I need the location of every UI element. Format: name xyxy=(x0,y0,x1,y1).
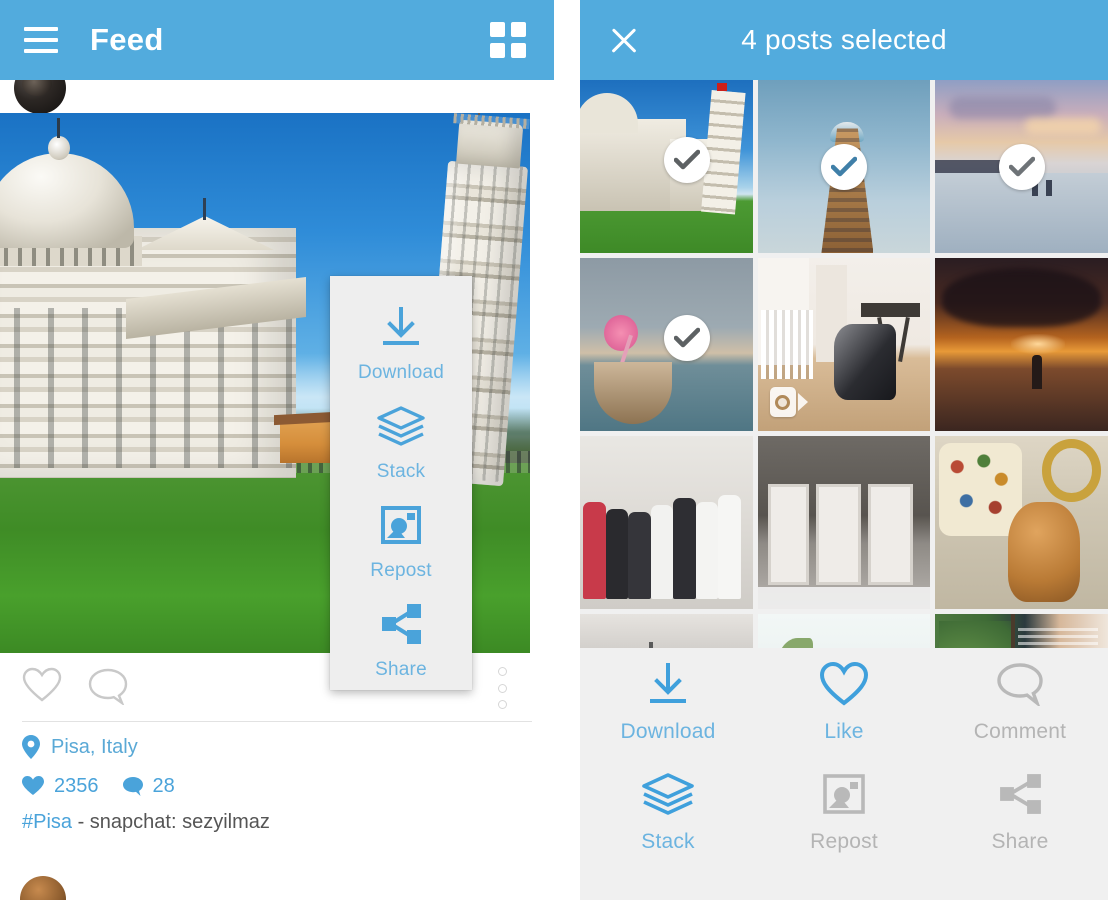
selection-app-bar: 4 posts selected xyxy=(580,0,1108,80)
popup-stack-label: Stack xyxy=(376,461,426,482)
post-location-label: Pisa, Italy xyxy=(51,735,138,758)
popup-download-button[interactable]: Download xyxy=(330,306,472,384)
grid-cell-tower[interactable] xyxy=(757,80,931,253)
grid-cell-room[interactable] xyxy=(757,258,931,431)
comment-bubble-icon[interactable] xyxy=(88,667,128,710)
grid-cell-kitchen[interactable] xyxy=(580,614,753,648)
post-action-popup: Download Stack Repost Share xyxy=(330,276,472,690)
comments-count: 28 xyxy=(152,774,175,797)
checkmark-circle-icon[interactable] xyxy=(998,143,1045,190)
photo-grid[interactable] xyxy=(580,80,1108,648)
grid-cell-pisa[interactable] xyxy=(580,80,753,253)
selection-action-bar: Download Like Comment Stack Repost Share xyxy=(580,648,1108,900)
checkmark-circle-icon[interactable] xyxy=(664,136,711,183)
share-nodes-icon xyxy=(997,772,1043,821)
more-options-dots-icon[interactable] xyxy=(496,667,508,709)
likes-count: 2356 xyxy=(54,774,99,797)
pisa-cathedral xyxy=(0,118,316,478)
post-stats: 2356 28 xyxy=(22,771,532,801)
watermark xyxy=(395,845,535,891)
bulk-download-button[interactable]: Download xyxy=(580,662,756,772)
caption-hashtag[interactable]: #Pisa xyxy=(22,811,72,833)
grid-cell-sunset[interactable] xyxy=(935,258,1108,431)
page-title: Feed xyxy=(90,22,164,57)
repost-photo-icon xyxy=(822,772,866,821)
bulk-comment-button[interactable]: Comment xyxy=(932,662,1108,772)
popup-repost-button[interactable]: Repost xyxy=(330,504,472,582)
checkmark-circle-icon[interactable] xyxy=(820,143,867,190)
download-arrow-icon xyxy=(379,306,423,353)
bulk-comment-label: Comment xyxy=(973,720,1067,743)
popup-share-button[interactable]: Share xyxy=(330,603,472,681)
video-badge-icon xyxy=(769,385,808,419)
post-location[interactable]: Pisa, Italy xyxy=(22,733,532,761)
next-post-avatar[interactable] xyxy=(20,876,66,900)
post-caption: #Pisa - snapchat: sezyilmaz xyxy=(22,811,532,834)
heart-outline-icon xyxy=(819,661,869,711)
popup-repost-label: Repost xyxy=(370,560,432,581)
bulk-repost-button[interactable]: Repost xyxy=(756,772,932,882)
bulk-like-label: Like xyxy=(824,720,864,743)
bulk-like-button[interactable]: Like xyxy=(756,661,932,772)
location-pin-icon xyxy=(22,735,40,759)
heart-filled-icon xyxy=(22,776,44,795)
popup-stack-button[interactable]: Stack xyxy=(330,405,472,483)
grid-cell-garden[interactable] xyxy=(935,614,1108,648)
grid-view-icon[interactable] xyxy=(490,22,526,58)
layers-stack-icon xyxy=(376,405,426,452)
popup-download-label: Download xyxy=(357,362,445,383)
app-screenshot: sezyilmaz 8m Feed xyxy=(0,0,1108,900)
caption-text: - snapchat: sezyilmaz xyxy=(72,811,270,833)
checkmark-circle-icon[interactable] xyxy=(664,314,711,361)
grid-cell-bed[interactable] xyxy=(935,436,1108,609)
multi-select-screen: 4 posts selected Download Like Comment S… xyxy=(580,0,1108,900)
grid-cell-frames[interactable] xyxy=(757,436,931,609)
top-app-bar: Feed xyxy=(0,0,554,80)
heart-outline-icon[interactable] xyxy=(22,667,62,708)
section-divider xyxy=(22,721,532,722)
grid-cell-group[interactable] xyxy=(580,436,753,609)
selection-count-title: 4 posts selected xyxy=(741,24,947,55)
close-x-icon[interactable] xyxy=(606,22,642,58)
bulk-repost-label: Repost xyxy=(810,830,878,853)
repost-photo-icon xyxy=(380,504,422,551)
post-meta: Pisa, Italy 2356 28 #Pisa - snapchat: se… xyxy=(22,733,532,834)
layers-stack-icon xyxy=(641,772,695,821)
bulk-stack-button[interactable]: Stack xyxy=(580,772,756,882)
hamburger-menu-icon[interactable] xyxy=(24,27,58,53)
comment-filled-icon xyxy=(122,776,143,796)
grid-cell-snowroad[interactable] xyxy=(935,80,1108,253)
bulk-stack-label: Stack xyxy=(641,830,695,853)
grid-cell-dandelion[interactable] xyxy=(757,614,931,648)
watermark xyxy=(944,838,1094,890)
popup-share-label: Share xyxy=(375,659,427,680)
bulk-download-label: Download xyxy=(620,720,716,743)
share-nodes-icon xyxy=(379,603,423,650)
grid-cell-coconut[interactable] xyxy=(580,258,753,431)
download-arrow-icon xyxy=(645,662,691,711)
feed-screen: sezyilmaz 8m Feed xyxy=(0,0,554,900)
comment-bubble-icon xyxy=(996,662,1044,711)
